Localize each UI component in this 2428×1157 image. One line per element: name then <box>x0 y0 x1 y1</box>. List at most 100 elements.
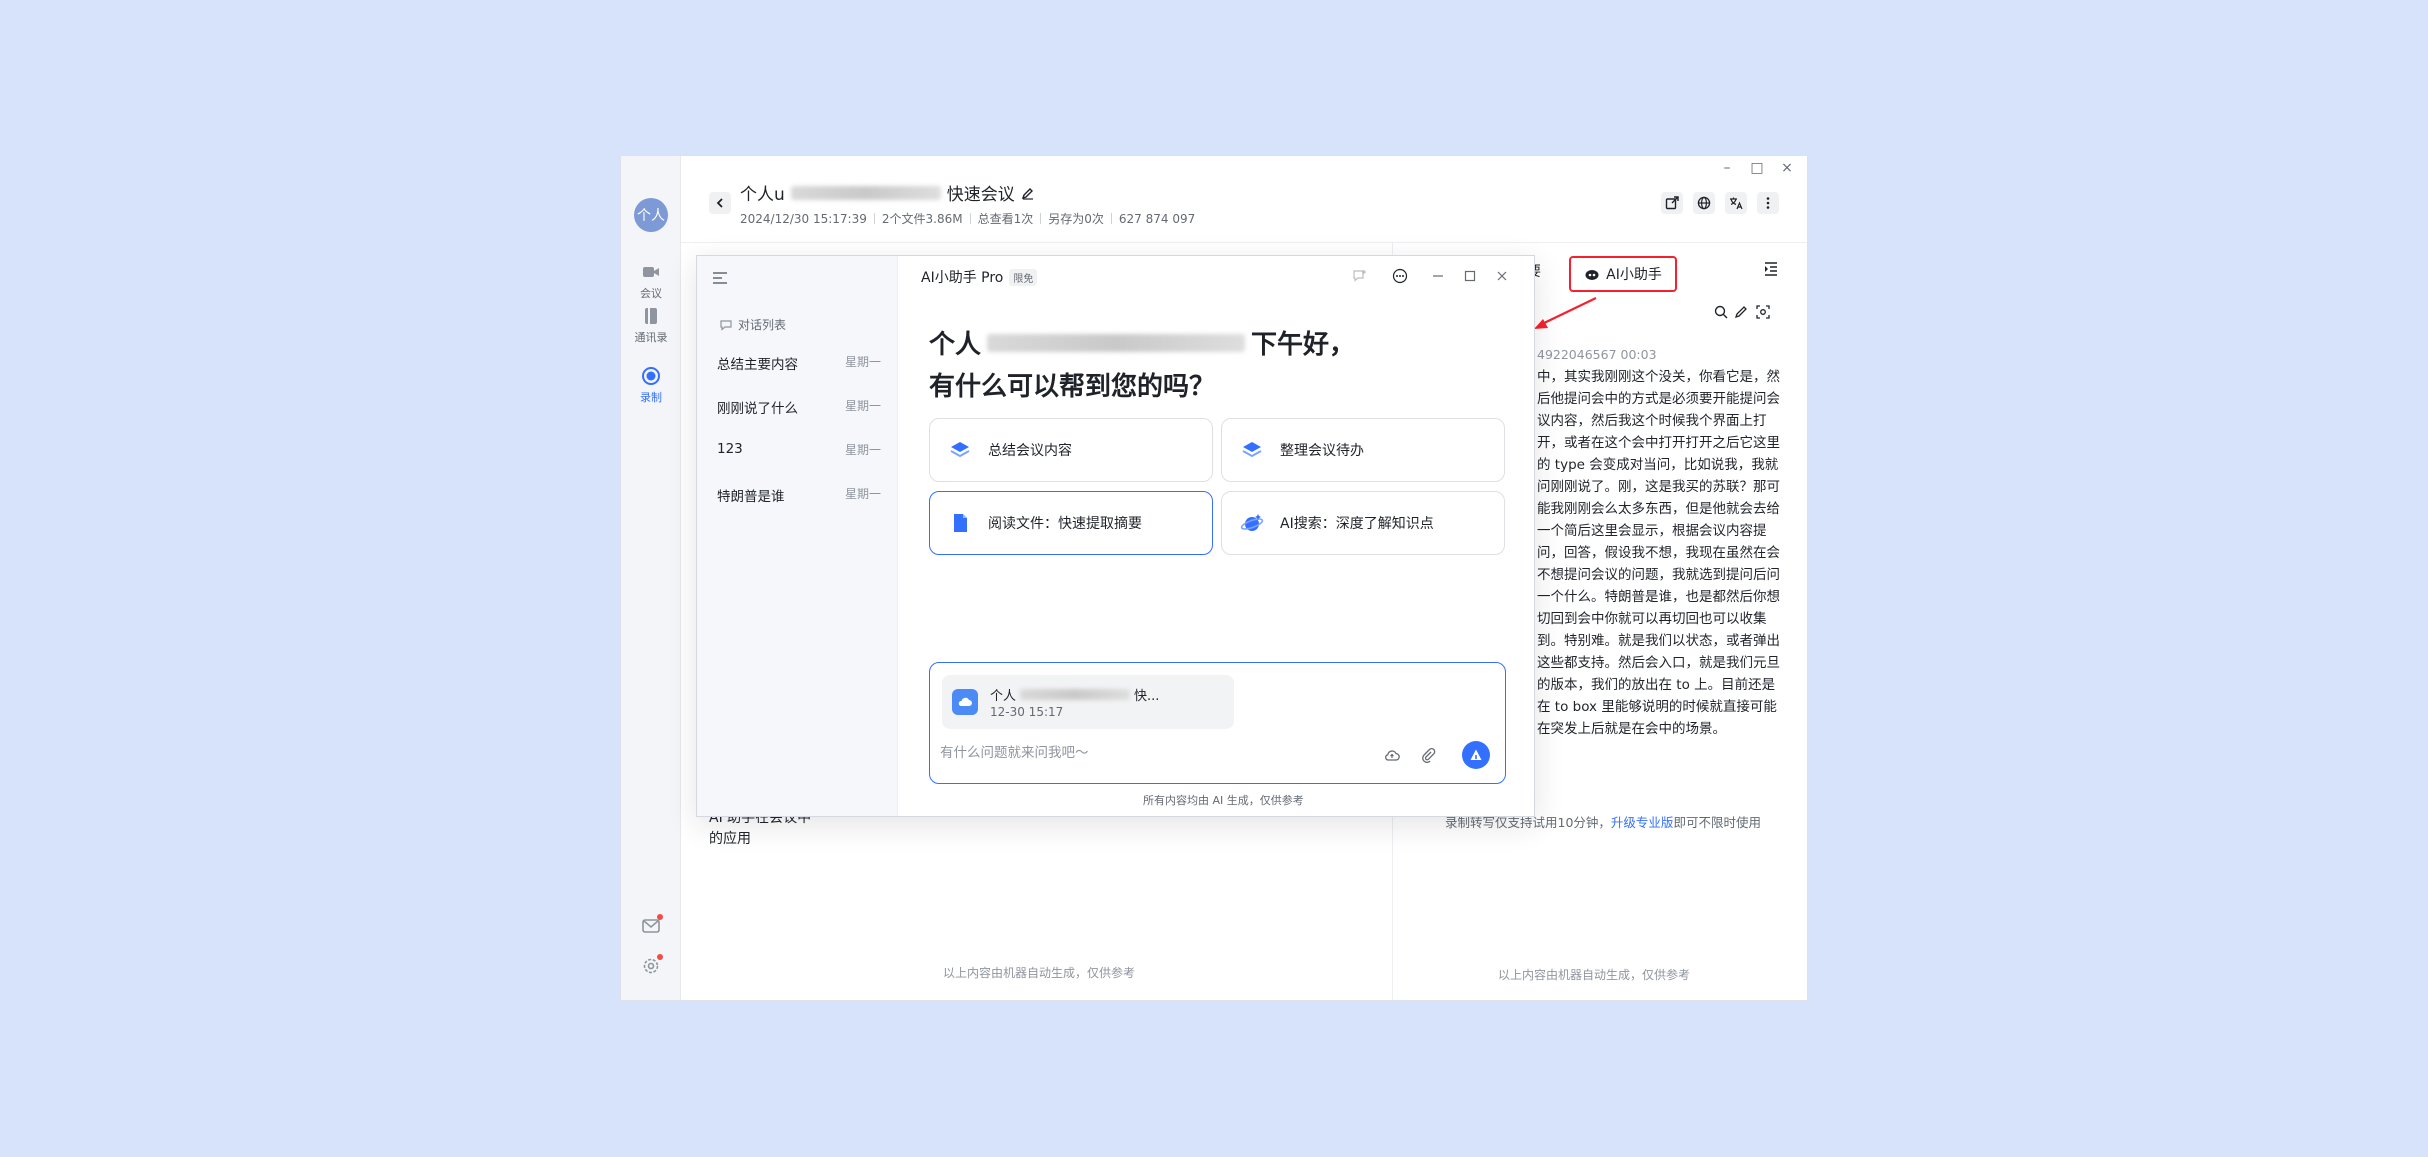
settings-button[interactable] <box>641 954 663 976</box>
meta-saves: 另存为0次 <box>1048 212 1104 226</box>
more-options-button[interactable] <box>1757 192 1779 214</box>
new-chat-icon <box>1352 268 1368 284</box>
conversation-item[interactable]: 总结主要内容 星期一 <box>717 353 881 373</box>
search-transcript-button[interactable] <box>1713 304 1729 320</box>
more-vertical-icon <box>1761 196 1775 210</box>
collapse-panel-button[interactable] <box>1762 260 1780 278</box>
blurred-name <box>790 185 941 200</box>
free-badge: 限免 <box>1009 268 1038 286</box>
file-name-suffix: 快... <box>1134 689 1160 704</box>
transcript-timestamp: 4922046567 00:03 <box>1537 347 1657 362</box>
globe-icon <box>1697 196 1711 210</box>
language-button[interactable] <box>1693 192 1715 214</box>
conversation-date: 星期一 <box>844 355 881 369</box>
layers-icon <box>1240 438 1264 462</box>
close-window-button[interactable]: × <box>1778 160 1796 176</box>
greeting-suffix: 下午好， <box>1251 330 1356 360</box>
dialog-footnote: 所有内容均由 AI 生成，仅供参考 <box>1143 794 1304 807</box>
nav-meeting-label: 会议 <box>640 287 662 300</box>
close-icon <box>1496 270 1508 282</box>
upgrade-link[interactable]: 升级专业版 <box>1611 815 1674 830</box>
edit-icon[interactable] <box>1021 186 1035 200</box>
blurred-file-name <box>1020 689 1131 700</box>
file-name-prefix: 个人 <box>990 689 1017 704</box>
more-circle-icon <box>1392 268 1408 284</box>
attached-file-chip[interactable]: 个人 快... 12-30 15:17 <box>942 675 1234 729</box>
nav-meeting[interactable]: 会议 <box>621 262 681 301</box>
meta-meeting-id: 627 874 097 <box>1118 211 1196 226</box>
cloud-icon <box>1383 746 1401 764</box>
layers-icon <box>948 438 972 462</box>
share-button[interactable] <box>1661 192 1683 214</box>
ai-robot-icon <box>1584 266 1600 282</box>
dialog-close-button[interactable] <box>1492 266 1512 286</box>
chevron-left-icon <box>714 197 726 209</box>
tab-ai-assistant[interactable]: AI小助手 <box>1569 256 1677 292</box>
translate-icon <box>1729 196 1743 210</box>
card-label: 总结会议内容 <box>988 443 1072 459</box>
meta-views: 总查看1次 <box>977 212 1034 226</box>
new-chat-button[interactable] <box>1350 266 1370 286</box>
document-icon <box>948 511 972 535</box>
avatar[interactable]: 个人 <box>634 198 668 232</box>
conversation-list-label: 对话列表 <box>719 316 786 333</box>
dialog-minimize-button[interactable] <box>1428 266 1448 286</box>
conversation-item[interactable]: 特朗普是谁 星期一 <box>717 485 881 505</box>
cloud-file-icon <box>952 689 978 715</box>
file-name: 个人 快... <box>990 685 1159 704</box>
maximize-window-button[interactable]: □ <box>1748 160 1766 176</box>
recording-meta: 2024/12/30 15:17:39 2个文件3.86M 总查看1次 另存为0… <box>740 210 1195 227</box>
conversation-title: 刚刚说了什么 <box>717 401 798 417</box>
translate-button[interactable] <box>1725 192 1747 214</box>
blurred-username <box>987 333 1246 352</box>
quick-action-read-file[interactable]: 阅读文件：快速提取摘要 <box>929 491 1213 555</box>
screenshot-button[interactable] <box>1755 304 1771 320</box>
minimize-window-button[interactable]: – <box>1718 160 1736 176</box>
nav-recording-label: 录制 <box>640 391 662 404</box>
menu-button[interactable] <box>711 269 729 287</box>
transcript-text: 4922046567 00:03 中，其实我刚刚这个没关，你看它是，然后他提问会… <box>1537 344 1787 740</box>
back-button[interactable] <box>709 192 731 214</box>
chat-input[interactable] <box>940 745 1380 761</box>
dialog-maximize-button[interactable] <box>1460 266 1480 286</box>
notification-dot <box>657 914 663 920</box>
conversation-item[interactable]: 刚刚说了什么 星期一 <box>717 397 881 417</box>
ai-assistant-dialog: 对话列表 总结主要内容 星期一 刚刚说了什么 星期一 123 星期一 特朗普是谁… <box>696 255 1535 817</box>
annotation-arrow <box>1534 297 1597 329</box>
quick-action-summarize[interactable]: 总结会议内容 <box>929 418 1213 482</box>
nav-contacts[interactable]: 通讯录 <box>621 306 681 345</box>
greeting-line-2: 有什么可以帮到您的吗？ <box>929 372 1216 402</box>
conversation-item[interactable]: 123 星期一 <box>717 441 881 458</box>
maximize-icon <box>1464 270 1476 282</box>
card-label: 整理会议待办 <box>1280 443 1364 459</box>
conversation-sidebar: 对话列表 总结主要内容 星期一 刚刚说了什么 星期一 123 星期一 特朗普是谁… <box>697 256 898 816</box>
nav-recording[interactable]: 录制 <box>621 366 681 405</box>
chat-composer: 个人 快... 12-30 15:17 <box>929 662 1506 784</box>
header-toolbar <box>1661 192 1779 214</box>
upgrade-prefix: 录制转写仅支持试用10分钟， <box>1445 815 1611 830</box>
cloud-upload-button[interactable] <box>1382 745 1402 765</box>
record-icon <box>641 366 661 386</box>
conversation-title: 特朗普是谁 <box>717 489 785 505</box>
minimize-icon <box>1432 270 1444 282</box>
card-label: 阅读文件：快速提取摘要 <box>988 516 1142 532</box>
conversation-date: 星期一 <box>844 487 881 501</box>
edit-transcript-button[interactable] <box>1733 304 1749 320</box>
scan-icon <box>1755 304 1771 320</box>
conversation-date: 星期一 <box>844 399 881 413</box>
nav-contacts-label: 通讯录 <box>634 331 668 344</box>
file-date: 12-30 15:17 <box>990 705 1064 719</box>
planet-icon <box>1240 511 1264 535</box>
upgrade-suffix: 即可不限时使用 <box>1673 815 1761 830</box>
send-button[interactable] <box>1462 741 1490 769</box>
search-icon <box>1713 304 1729 320</box>
title-suffix: 快速会议 <box>946 185 1015 205</box>
attach-file-button[interactable] <box>1418 745 1438 765</box>
dialog-more-button[interactable] <box>1390 266 1410 286</box>
meta-datetime: 2024/12/30 15:17:39 <box>740 211 867 226</box>
quick-action-todos[interactable]: 整理会议待办 <box>1221 418 1505 482</box>
mail-button[interactable] <box>641 914 663 936</box>
quick-action-ai-search[interactable]: AI搜索：深度了解知识点 <box>1221 491 1505 555</box>
address-book-icon <box>641 306 661 326</box>
notification-dot <box>657 954 663 960</box>
